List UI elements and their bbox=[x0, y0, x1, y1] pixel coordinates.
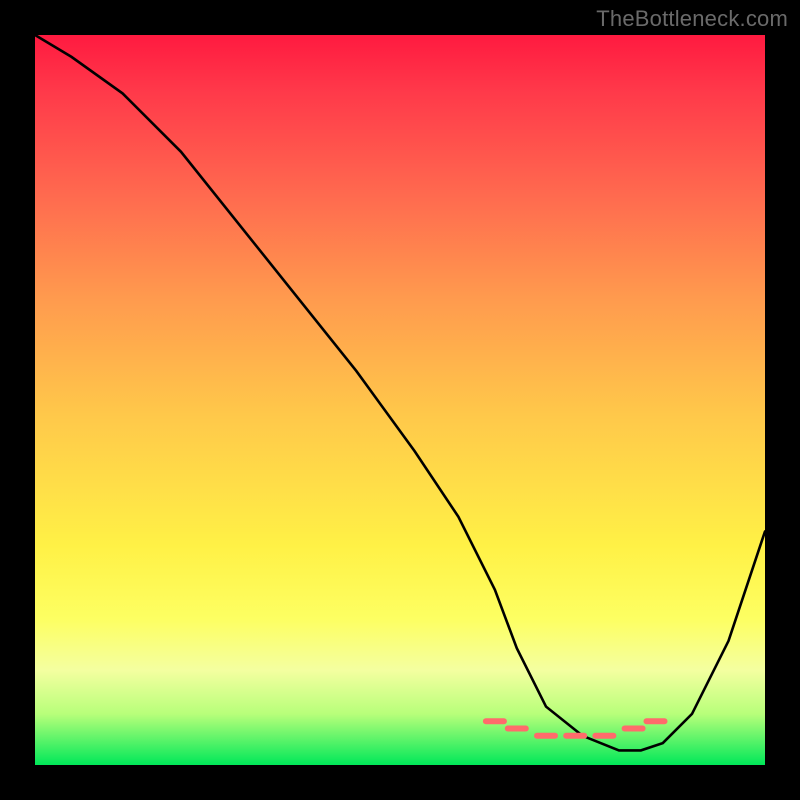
chart-plot-area bbox=[35, 35, 765, 765]
bottleneck-curve-path bbox=[35, 35, 765, 750]
chart-svg bbox=[35, 35, 765, 765]
watermark-text: TheBottleneck.com bbox=[596, 6, 788, 32]
